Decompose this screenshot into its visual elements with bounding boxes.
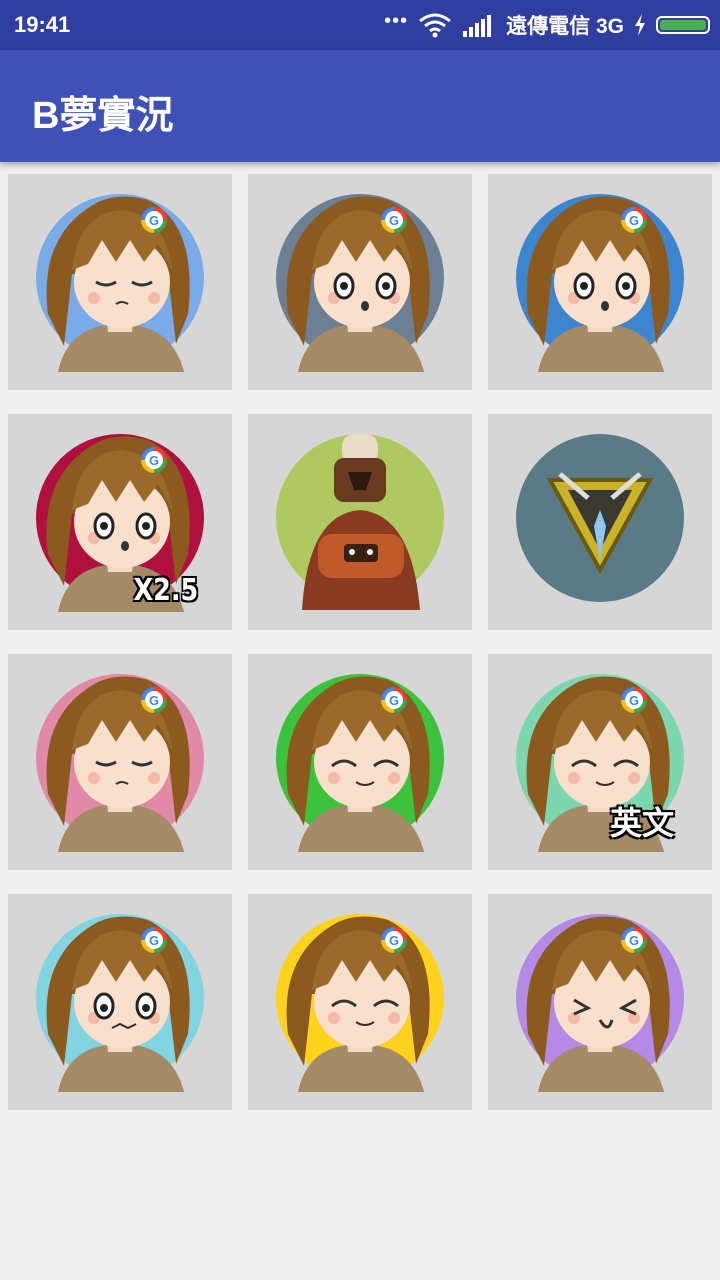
more-notifications-icon: ••• [384, 10, 409, 32]
avatar-tile[interactable]: G [8, 174, 232, 390]
avatar-tile[interactable]: G [488, 174, 712, 390]
avatar-sparkle-yellow-icon: G [276, 914, 444, 1092]
avatar-grumpy-cyan-icon: G [36, 914, 204, 1092]
avatar-tile[interactable]: G [248, 894, 472, 1110]
avatar-surprised-blue-icon: G [516, 194, 684, 372]
avatar-tile[interactable]: G 英文 [488, 654, 712, 870]
status-icons: ••• 遠傳電信 3G [384, 8, 710, 42]
avatar-happy-mint-icon: G [516, 674, 684, 852]
avatar-angry-blue-icon: G [36, 194, 204, 372]
svg-text:G: G [629, 933, 639, 948]
avatar-badge: X2.5 [133, 573, 198, 608]
avatar-surprised-crimson-icon: G [36, 434, 204, 612]
battery-icon [656, 16, 710, 34]
carrier-label: 遠傳電信 3G [506, 15, 624, 38]
avatar-laughing-purple-icon: G [516, 914, 684, 1092]
svg-text:G: G [389, 933, 399, 948]
avatar-chef-warrior-icon [276, 434, 444, 610]
svg-text:G: G [389, 213, 399, 228]
svg-text:G: G [389, 693, 399, 708]
avatar-happy-green-icon: G [276, 674, 444, 852]
avatar-tile[interactable]: G [8, 894, 232, 1110]
svg-text:G: G [149, 453, 159, 468]
app-title: B夢實況 [32, 95, 174, 137]
svg-text:G: G [149, 213, 159, 228]
avatar-tile[interactable]: G [248, 174, 472, 390]
wifi-icon [419, 13, 452, 38]
avatar-tile[interactable]: G [488, 894, 712, 1110]
svg-text:G: G [149, 933, 159, 948]
charging-icon [635, 14, 645, 36]
signal-icon [463, 15, 492, 37]
status-time: 19:41 [14, 12, 71, 37]
status-bar: 19:41 ••• 遠傳電信 3G [0, 0, 720, 50]
app-bar: B夢實況 [0, 50, 720, 162]
avatar-triangle-emblem-icon [516, 434, 684, 602]
svg-text:G: G [629, 693, 639, 708]
avatar-tile[interactable] [488, 414, 712, 630]
avatar-angry-pink-icon: G [36, 674, 204, 852]
avatar-tile[interactable] [248, 414, 472, 630]
svg-text:G: G [149, 693, 159, 708]
avatar-badge: 英文 [609, 804, 674, 842]
avatar-tile[interactable]: G [248, 654, 472, 870]
avatar-tile[interactable]: G [8, 654, 232, 870]
svg-text:G: G [629, 213, 639, 228]
avatar-grid: G G G G X2.5 G G G 英文 G G G [8, 174, 712, 1110]
avatar-shocked-grey-icon: G [276, 194, 444, 372]
avatar-tile[interactable]: G X2.5 [8, 414, 232, 630]
